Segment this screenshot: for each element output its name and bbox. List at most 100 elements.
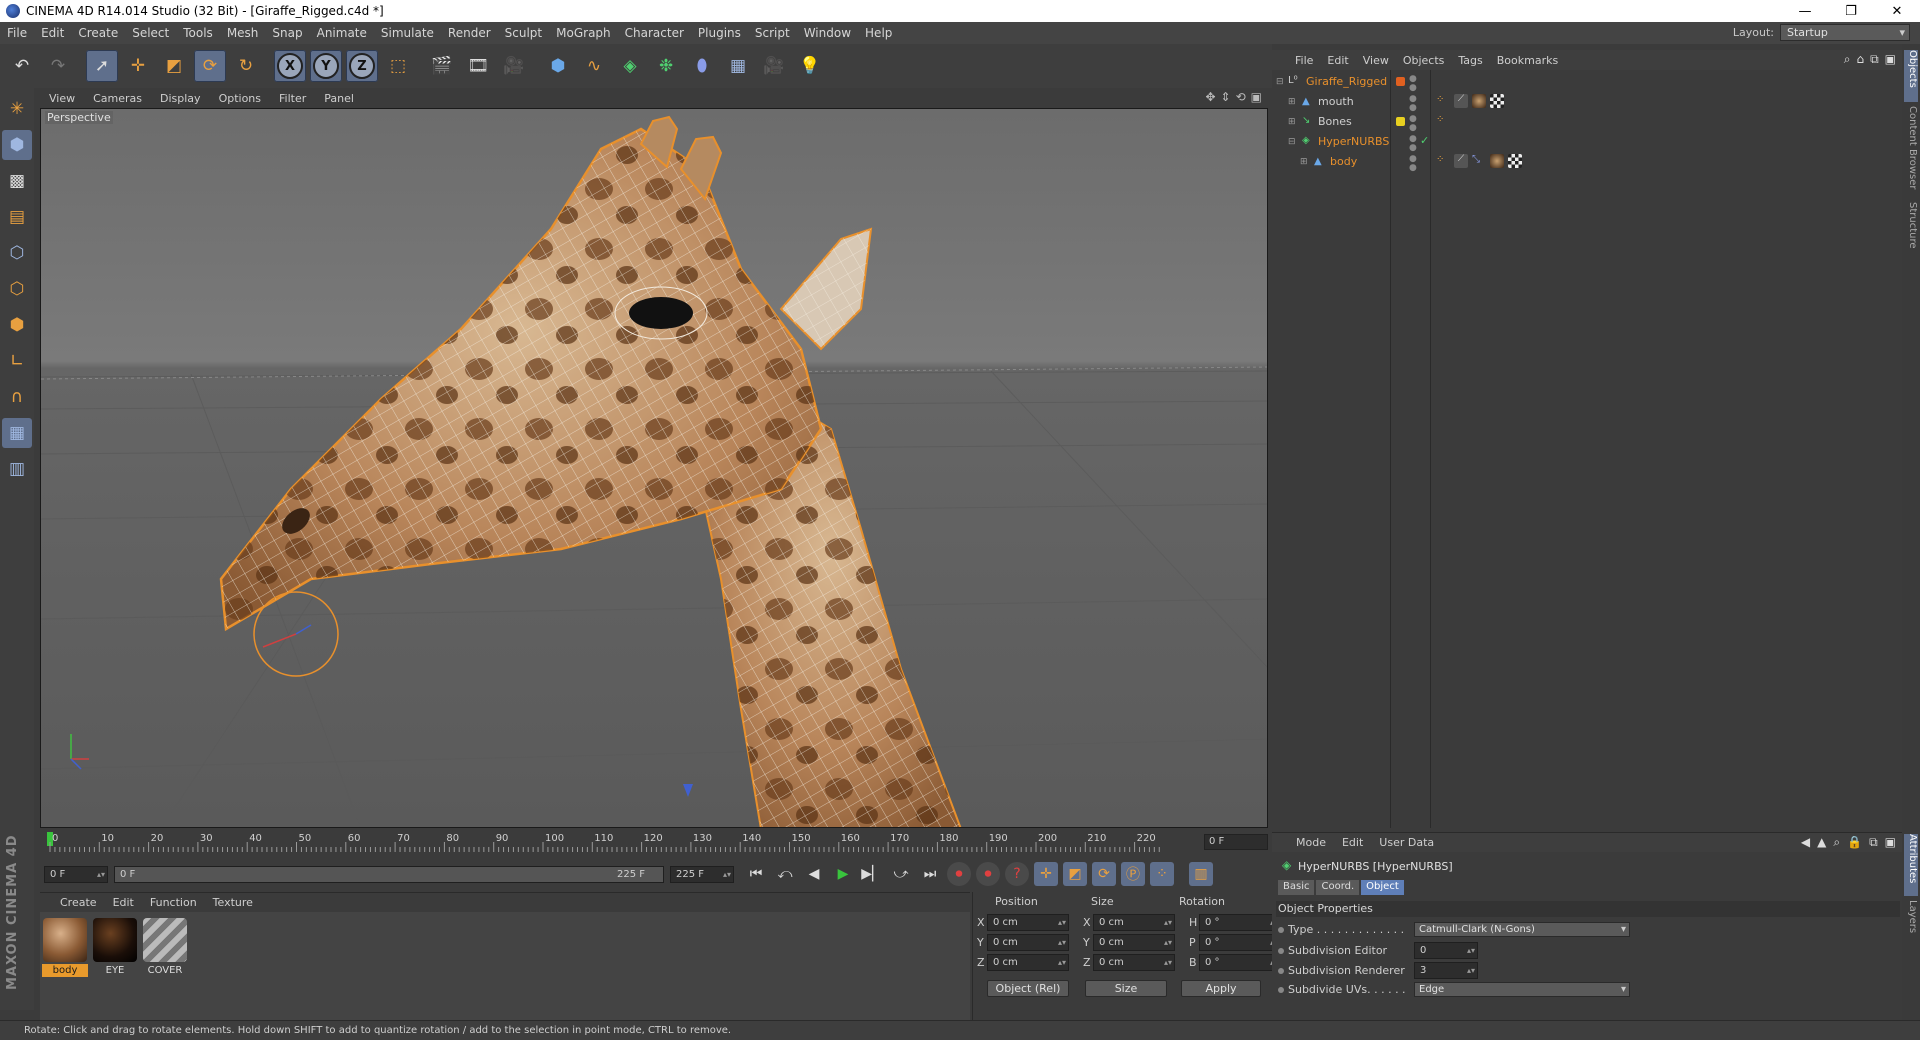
- side-tab-content-browser[interactable]: Content Browser: [1904, 106, 1918, 198]
- subdivide-uvs-dropdown[interactable]: Edge: [1414, 982, 1630, 997]
- om-menu-view[interactable]: View: [1356, 54, 1396, 67]
- viewport-menu-options[interactable]: Options: [210, 92, 270, 105]
- point-tag-icon[interactable]: ⁘: [1436, 114, 1450, 128]
- material-menu-create[interactable]: Create: [52, 896, 105, 909]
- size-mode-dropdown[interactable]: Size: [1085, 980, 1167, 997]
- tab-coord[interactable]: Coord.: [1316, 880, 1360, 895]
- side-tab-attributes[interactable]: Attributes: [1904, 834, 1918, 896]
- material-item-eye[interactable]: EYE: [92, 918, 138, 977]
- play-forward-icon[interactable]: ▶: [831, 862, 855, 886]
- menu-mograph[interactable]: MoGraph: [549, 26, 618, 40]
- mograph-cloner-icon[interactable]: ❉: [650, 50, 682, 82]
- texture-mode-icon[interactable]: ▩: [2, 166, 32, 196]
- size-y-field[interactable]: 0 cm ▴▾: [1093, 934, 1175, 951]
- texture-tag-icon[interactable]: [1472, 94, 1486, 108]
- uvw-tag-icon[interactable]: [1490, 94, 1504, 108]
- viewport-menu-filter[interactable]: Filter: [270, 92, 315, 105]
- weight-tag-icon[interactable]: ⟋: [1454, 154, 1468, 168]
- side-tab-structure[interactable]: Structure: [1904, 202, 1918, 258]
- autokeying-icon[interactable]: ⏺: [976, 862, 1000, 886]
- axis-mode-icon[interactable]: ∟: [2, 346, 32, 376]
- menu-create[interactable]: Create: [71, 26, 125, 40]
- animate-dot-icon[interactable]: [1278, 926, 1284, 933]
- move-icon[interactable]: ✛: [122, 50, 154, 82]
- render-settings-icon[interactable]: 🎥: [498, 50, 530, 82]
- viewport-menu-display[interactable]: Display: [151, 92, 210, 105]
- render-picture-viewer-icon[interactable]: 🎞: [462, 50, 494, 82]
- restore-button[interactable]: ❐: [1828, 0, 1874, 22]
- cube-primitive-icon[interactable]: ⬢: [542, 50, 574, 82]
- go-to-start-icon[interactable]: ⏮: [744, 862, 768, 886]
- animate-dot-icon[interactable]: [1278, 947, 1284, 954]
- layout-select[interactable]: Startup: [1780, 24, 1910, 41]
- scale-icon[interactable]: ◩: [158, 50, 190, 82]
- position-x-field[interactable]: 0 cm ▴▾: [987, 914, 1069, 931]
- rotation-p-field[interactable]: 0 °▴▾: [1199, 934, 1281, 951]
- point-tag-icon[interactable]: ⁘: [1436, 94, 1450, 108]
- visibility-dots[interactable]: ● ●: [1409, 75, 1417, 93]
- record-active-objects-icon[interactable]: ⏺: [947, 862, 971, 886]
- texture-tag-icon[interactable]: [1490, 154, 1504, 168]
- timeline-window-icon[interactable]: ▥: [1189, 862, 1213, 886]
- maximize-icon[interactable]: ▣: [1885, 52, 1896, 67]
- start-frame-field[interactable]: 0 F ▴▾: [44, 865, 108, 883]
- nurbs-icon[interactable]: ◈: [614, 50, 646, 82]
- expand-icon[interactable]: ⊞: [1300, 157, 1308, 167]
- menu-character[interactable]: Character: [618, 26, 691, 40]
- size-x-field[interactable]: 0 cm ▴▾: [1093, 914, 1175, 931]
- menu-animate[interactable]: Animate: [310, 26, 374, 40]
- animate-dot-icon[interactable]: [1278, 986, 1284, 993]
- viewport-move-icon[interactable]: ✥: [1205, 90, 1215, 104]
- end-frame-field[interactable]: 225 F ▴▾: [670, 865, 734, 883]
- om-menu-tags[interactable]: Tags: [1451, 54, 1489, 67]
- enabled-check-icon[interactable]: ✓: [1420, 134, 1429, 147]
- z-axis-lock-icon[interactable]: Z: [346, 50, 378, 82]
- om-menu-edit[interactable]: Edit: [1320, 54, 1355, 67]
- search-icon[interactable]: ⌕: [1833, 835, 1840, 850]
- material-menu-edit[interactable]: Edit: [105, 896, 142, 909]
- go-to-prev-frame-icon[interactable]: ◀: [802, 862, 826, 886]
- visibility-dots[interactable]: ● ●: [1409, 115, 1417, 133]
- snapping-icon[interactable]: ∩: [2, 382, 32, 412]
- menu-snap[interactable]: Snap: [265, 26, 309, 40]
- minimize-button[interactable]: —: [1782, 0, 1828, 22]
- record-position-icon[interactable]: ✛: [1034, 862, 1058, 886]
- side-tab-objects[interactable]: Objects: [1904, 50, 1918, 102]
- position-z-field[interactable]: 0 cm ▴▾: [987, 954, 1069, 971]
- up-arrow-icon[interactable]: ▲: [1817, 835, 1826, 850]
- model-mode-icon[interactable]: ⬢: [2, 130, 32, 160]
- object-row-mouth[interactable]: ⊞ ▲ mouth ● ● ⁘ ⟋: [1272, 92, 1902, 113]
- locked-workplane-icon[interactable]: ▥: [2, 454, 32, 484]
- menu-tools[interactable]: Tools: [176, 26, 220, 40]
- uvw-tag-icon[interactable]: [1508, 154, 1522, 168]
- menu-select[interactable]: Select: [125, 26, 176, 40]
- rotation-b-field[interactable]: 0 °▴▾: [1199, 954, 1281, 971]
- menu-mesh[interactable]: Mesh: [220, 26, 266, 40]
- points-mode-icon[interactable]: ⬡: [2, 238, 32, 268]
- lock-icon[interactable]: 🔒: [1847, 835, 1862, 850]
- floor-scene-icon[interactable]: ▦: [722, 50, 754, 82]
- workplane-mode-icon[interactable]: ▤: [2, 202, 32, 232]
- go-to-prev-keyframe-icon[interactable]: ⤺: [773, 862, 797, 886]
- type-dropdown[interactable]: Catmull-Clark (N-Gons): [1414, 922, 1630, 937]
- subdivision-editor-field[interactable]: 0 ▴▾: [1414, 942, 1478, 959]
- expand-icon[interactable]: ⊞: [1288, 97, 1296, 107]
- object-row-bones[interactable]: ⊞ ↘ Bones ● ● ⁘: [1272, 112, 1902, 133]
- side-tab-layers[interactable]: Layers: [1904, 900, 1918, 940]
- camera-icon[interactable]: 🎥: [758, 50, 790, 82]
- expand-icon[interactable]: ⊞: [1288, 117, 1296, 127]
- perspective-viewport[interactable]: Perspective: [40, 108, 1268, 828]
- render-view-icon[interactable]: 🎬: [426, 50, 458, 82]
- menu-file[interactable]: File: [0, 26, 34, 40]
- redo-icon[interactable]: ↷: [42, 50, 74, 82]
- am-menu-mode[interactable]: Mode: [1288, 836, 1334, 849]
- viewport-zoom-icon[interactable]: ⇕: [1221, 90, 1231, 104]
- coordinate-system-icon[interactable]: ⬚: [382, 50, 414, 82]
- visibility-dots[interactable]: ● ●: [1409, 135, 1417, 153]
- rotate-icon[interactable]: ⟳: [194, 50, 226, 82]
- object-row-hypernurbs[interactable]: ⊟ ◈ HyperNURBS ● ● ✓: [1272, 132, 1902, 153]
- back-arrow-icon[interactable]: ◀: [1801, 835, 1810, 850]
- recent-tools-icon[interactable]: ↻: [230, 50, 262, 82]
- maximize-icon[interactable]: ▣: [1885, 835, 1896, 850]
- skin-tag-icon[interactable]: ⤡: [1472, 154, 1486, 168]
